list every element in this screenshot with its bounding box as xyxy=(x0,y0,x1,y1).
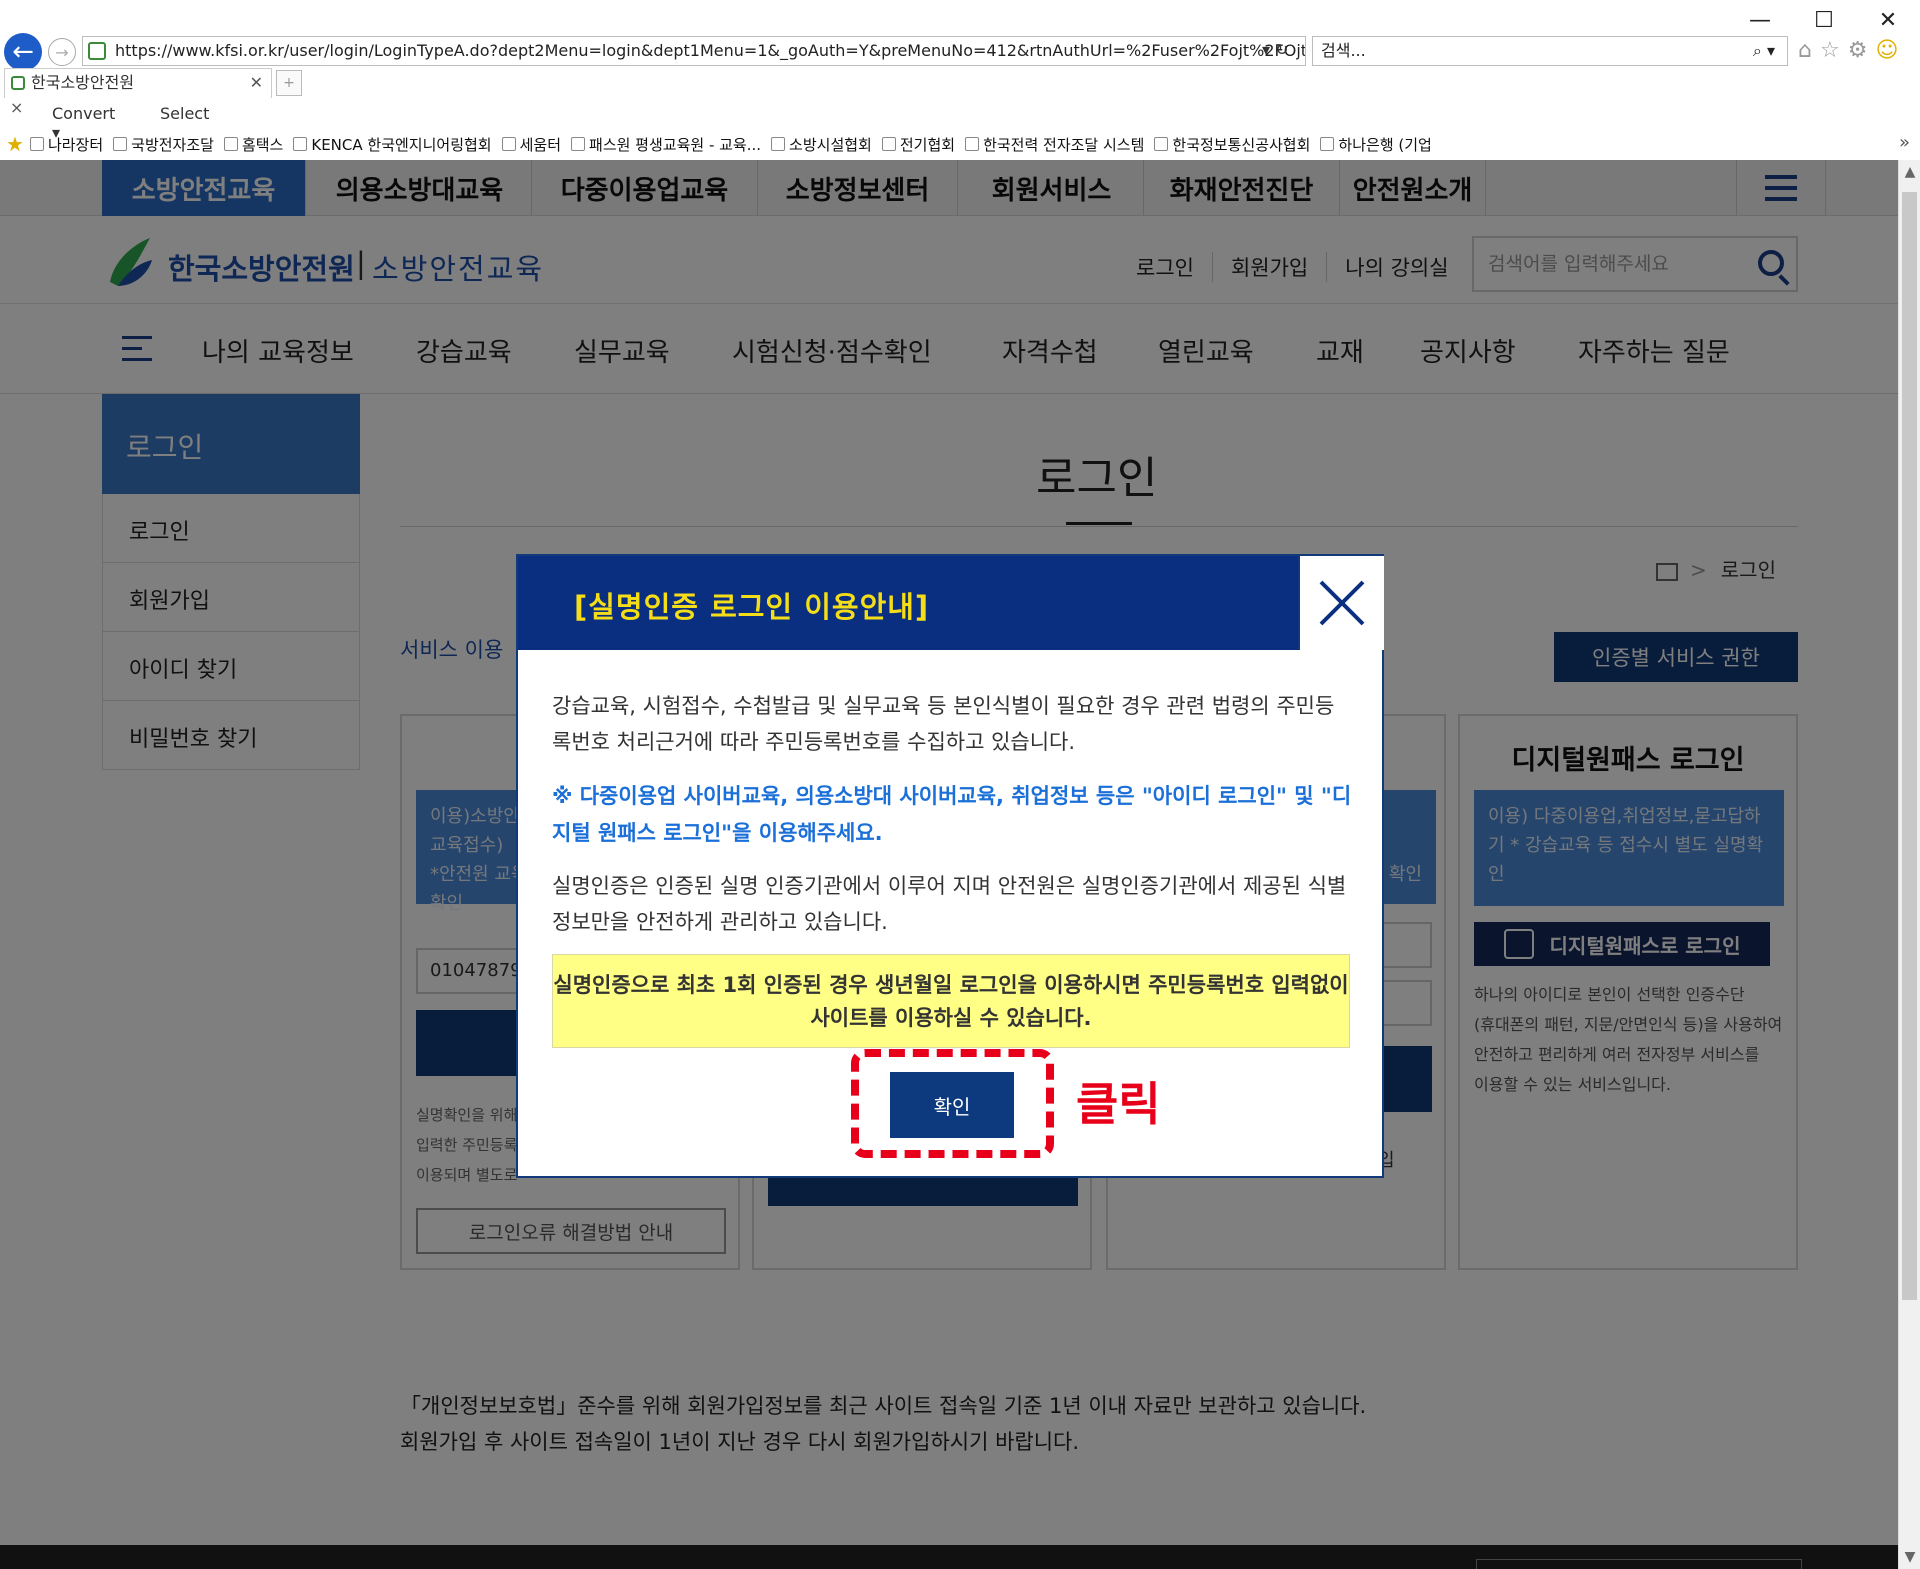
favorite-label: 패스원 평생교육원 - 교육... xyxy=(589,135,762,154)
favorite-label: 하나은행 (기업 xyxy=(1338,135,1432,154)
navigation-bar: ← → https://www.kfsi.or.kr/user/login/Lo… xyxy=(0,32,1920,71)
favorites-overflow-icon[interactable]: » xyxy=(1899,132,1910,153)
close-window-button[interactable]: ✕ xyxy=(1856,6,1920,34)
refresh-icon[interactable]: ▾ ↻ xyxy=(1262,40,1289,59)
browser-tool-icons: ⌂ ☆ ⚙ ☺ xyxy=(1798,38,1898,63)
back-arrow-icon[interactable]: ← xyxy=(4,33,42,71)
scroll-up-icon[interactable]: ▲ xyxy=(1899,164,1920,180)
modal-title: [실명인증 로그인 이용안내] xyxy=(574,590,930,624)
favorite-link[interactable]: 하나은행 (기업 xyxy=(1320,134,1432,155)
favorite-link[interactable]: 소방시설협회 xyxy=(771,134,872,155)
favorite-link[interactable]: 홈택스 xyxy=(223,134,284,155)
favorite-link[interactable]: 나라장터 xyxy=(29,134,104,155)
modal-paragraph-alt-login: ※ 다중이용업 사이버교육, 의용소방대 사이버교육, 취업정보 등은 "아이디… xyxy=(552,784,1352,845)
tab-favicon-icon xyxy=(11,76,25,90)
scroll-thumb[interactable] xyxy=(1902,192,1917,1300)
forward-arrow-icon[interactable]: → xyxy=(48,38,76,66)
favorite-label: 홈택스 xyxy=(241,135,284,154)
browser-search-placeholder: 검색... xyxy=(1321,41,1366,60)
browser-chrome: — ☐ ✕ ← → https://www.kfsi.or.kr/user/lo… xyxy=(0,0,1920,160)
click-annotation-label: 클릭 xyxy=(1076,1077,1161,1131)
favorite-label: KENCA 한국엔지니어링협회 xyxy=(311,135,492,154)
favorite-site-icon xyxy=(29,137,44,151)
close-toolbar-icon[interactable]: × xyxy=(10,98,23,117)
favorite-link[interactable]: 한국전력 전자조달 시스템 xyxy=(965,134,1144,155)
favorite-link[interactable]: 세움터 xyxy=(501,134,562,155)
settings-gear-icon[interactable]: ⚙ xyxy=(1848,38,1868,63)
favorite-site-icon xyxy=(1154,137,1169,151)
browser-tab[interactable]: 한국소방안전원 ✕ xyxy=(4,68,272,98)
favorite-site-icon xyxy=(965,137,980,151)
favorite-site-icon xyxy=(113,137,128,151)
favorites-star-icon[interactable]: ★ xyxy=(6,132,24,156)
favorites-bar: ★ 나라장터 국방전자조달 홈택스 KENCA 한국엔지니어링협회 세움터 패스원 평생교… xyxy=(0,130,1920,158)
tab-strip: 한국소방안전원 ✕ + xyxy=(0,68,1920,98)
maximize-button[interactable]: ☐ xyxy=(1792,6,1856,34)
favorite-link[interactable]: 국방전자조달 xyxy=(113,134,214,155)
address-bar[interactable]: https://www.kfsi.or.kr/user/login/LoginT… xyxy=(82,36,1306,66)
window-controls: — ☐ ✕ xyxy=(1728,6,1920,34)
convert-label: Convert xyxy=(52,104,116,123)
modal-notice-box: 실명인증으로 최초 1회 인증된 경우 생년월일 로그인을 이용하시면 주민등록… xyxy=(552,954,1350,1048)
favorite-site-icon xyxy=(571,137,586,151)
favorite-label: 한국정보통신공사협회 xyxy=(1172,135,1311,154)
favorite-link[interactable]: 한국정보통신공사협회 xyxy=(1154,134,1310,155)
favorite-label: 한국전력 전자조달 시스템 xyxy=(983,135,1145,154)
favorite-link[interactable]: KENCA 한국엔지니어링협회 xyxy=(293,134,492,155)
search-icon[interactable]: ⌕ ▾ xyxy=(1753,37,1775,65)
smiley-feedback-icon[interactable]: ☺ xyxy=(1875,38,1898,63)
favorite-site-icon xyxy=(1320,137,1335,151)
favorite-site-icon xyxy=(501,137,516,151)
close-icon[interactable] xyxy=(1298,556,1384,650)
home-icon[interactable]: ⌂ xyxy=(1798,38,1812,63)
browser-search-input[interactable]: 검색... ⌕ ▾ xyxy=(1312,36,1788,66)
favorite-site-icon xyxy=(223,137,238,151)
modal-paragraph-verification: 실명인증은 인증된 실명 인증기관에서 이루어 지며 안전원은 실명인증기관에서… xyxy=(552,874,1347,934)
favorite-label: 나라장터 xyxy=(47,135,104,154)
scroll-down-icon[interactable]: ▼ xyxy=(1899,1549,1920,1565)
favorite-label: 세움터 xyxy=(519,135,562,154)
modal-header: [실명인증 로그인 이용안내] xyxy=(518,556,1298,650)
favorite-site-icon xyxy=(881,137,896,151)
page-scrollbar[interactable]: ▲ ▼ xyxy=(1898,160,1920,1569)
favorites-star-icon[interactable]: ☆ xyxy=(1820,38,1840,63)
favorite-link[interactable]: 패스원 평생교육원 - 교육... xyxy=(571,134,761,155)
tab-close-icon[interactable]: ✕ xyxy=(250,69,263,97)
tab-title: 한국소방안전원 xyxy=(31,73,135,92)
favorite-label: 전기협회 xyxy=(899,135,956,154)
site-favicon-icon xyxy=(88,42,106,60)
modal-paragraph-collection: 강습교육, 시험접수, 수첩발급 및 실무교육 등 본인식별이 필요한 경우 관… xyxy=(552,694,1335,754)
new-tab-button[interactable]: + xyxy=(276,70,302,96)
minimize-button[interactable]: — xyxy=(1728,6,1792,34)
favorite-site-icon xyxy=(293,137,308,151)
favorite-label: 국방전자조달 xyxy=(131,135,214,154)
select-button[interactable]: Select xyxy=(160,104,209,123)
click-highlight-box xyxy=(851,1049,1054,1158)
favorite-label: 소방시설협회 xyxy=(789,135,872,154)
favorite-site-icon xyxy=(771,137,786,151)
favorite-link[interactable]: 전기협회 xyxy=(881,134,956,155)
